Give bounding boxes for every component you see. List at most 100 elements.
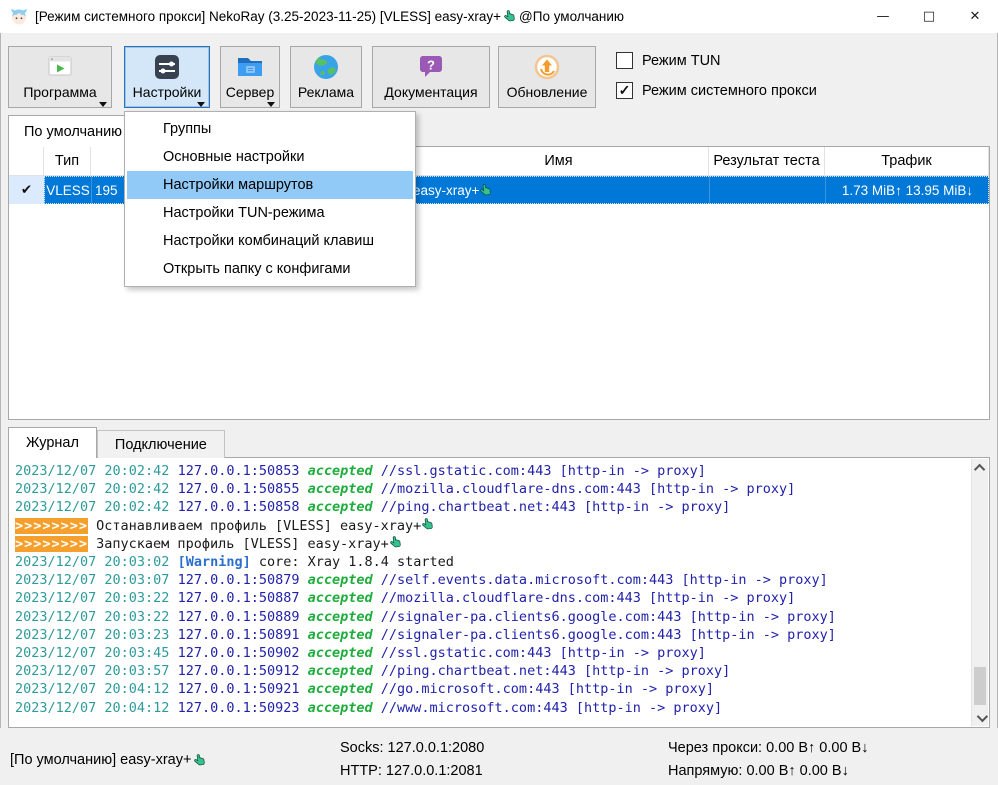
log-status: accepted: [308, 609, 381, 625]
log-timestamp: 2023/12/07 20:04:12: [15, 681, 178, 697]
settings-label: Настройки: [133, 84, 202, 100]
tab-log[interactable]: Журнал: [8, 427, 97, 458]
log-line: 2023/12/07 20:04:12 127.0.0.1:50923 acce…: [15, 699, 987, 717]
log-pane[interactable]: 2023/12/07 20:02:42 127.0.0.1:50853 acce…: [8, 457, 990, 728]
server-button[interactable]: Сервер: [220, 46, 280, 108]
menu-item-groups[interactable]: Группы: [127, 115, 413, 143]
hand-cursor-icon: [192, 752, 208, 769]
log-lines: 2023/12/07 20:02:42 127.0.0.1:50853 acce…: [9, 458, 989, 717]
log-source-ip: 127.0.0.1:50889: [178, 609, 308, 625]
log-destination: //signaler-pa.clients6.google.com:443 [h…: [381, 609, 836, 625]
active-profile-status: [По умолчанию] easy-xray+: [10, 752, 207, 768]
log-message: Запускаем профиль [VLESS] easy-xray+: [88, 536, 389, 552]
program-button[interactable]: Программа: [8, 46, 112, 108]
log-line: 2023/12/07 20:02:42 127.0.0.1:50853 acce…: [15, 462, 987, 480]
log-timestamp: 2023/12/07 20:02:42: [15, 481, 178, 497]
ads-label: Реклама: [298, 84, 354, 100]
status-bar: [По умолчанию] easy-xray+ Socks: 127.0.0…: [0, 728, 998, 785]
system-proxy-label: Режим системного прокси: [642, 83, 817, 99]
log-status: accepted: [308, 627, 381, 643]
col-header-check[interactable]: [9, 147, 44, 176]
log-status: accepted: [308, 499, 381, 515]
menu-item-tun-settings[interactable]: Настройки TUN-режима: [127, 199, 413, 227]
update-button[interactable]: Обновление: [498, 46, 596, 108]
log-timestamp: 2023/12/07 20:03:22: [15, 609, 178, 625]
hand-cursor-icon: [502, 8, 518, 25]
http-address: HTTP: 127.0.0.1:2081: [340, 763, 483, 779]
hand-cursor-icon: [388, 534, 404, 551]
update-label: Обновление: [507, 84, 588, 100]
scrollbar-thumb[interactable]: [974, 667, 986, 705]
col-header-traffic[interactable]: Трафик: [825, 147, 989, 176]
maximize-button[interactable]: □: [906, 0, 952, 33]
program-label: Программа: [23, 84, 96, 100]
log-source-ip: 127.0.0.1:50855: [178, 481, 308, 497]
log-timestamp: 2023/12/07 20:03:45: [15, 645, 178, 661]
row-name-cell: easy-xray+: [409, 176, 709, 204]
log-line: >>>>>>>> Запускаем профиль [VLESS] easy-…: [15, 535, 987, 553]
log-destination: //mozilla.cloudflare-dns.com:443 [http-i…: [381, 590, 796, 606]
col-header-name[interactable]: Имя: [409, 147, 709, 176]
log-line: 2023/12/07 20:03:45 127.0.0.1:50902 acce…: [15, 644, 987, 662]
menu-item-routing-settings[interactable]: Настройки маршрутов: [127, 171, 413, 199]
title-bar: [Режим системного прокси] NekoRay (3.25-…: [0, 0, 998, 33]
log-destination: //mozilla.cloudflare-dns.com:443 [http-i…: [381, 481, 796, 497]
documentation-label: Документация: [384, 84, 477, 100]
log-destination: //ssl.gstatic.com:443 [http-in -> proxy]: [381, 463, 706, 479]
log-status: accepted: [308, 572, 381, 588]
scroll-down-icon[interactable]: [972, 709, 989, 726]
system-proxy-row[interactable]: Режим системного прокси: [616, 82, 817, 99]
tun-mode-row[interactable]: Режим TUN: [616, 52, 817, 69]
nekoray-app-icon: [9, 7, 29, 27]
log-status: accepted: [308, 645, 381, 661]
system-proxy-checkbox[interactable]: [616, 82, 633, 99]
log-timestamp: 2023/12/07 20:03:57: [15, 663, 178, 679]
log-source-ip: 127.0.0.1:50891: [178, 627, 308, 643]
direct-traffic: Напрямую: 0.00 B↑ 0.00 B↓: [668, 763, 849, 779]
group-tab-default[interactable]: По умолчанию: [8, 115, 138, 147]
log-timestamp: 2023/12/07 20:03:02: [15, 554, 178, 570]
log-source-ip: 127.0.0.1:50912: [178, 663, 308, 679]
log-line: 2023/12/07 20:03:22 127.0.0.1:50889 acce…: [15, 608, 987, 626]
log-status: accepted: [308, 700, 381, 716]
tun-mode-checkbox[interactable]: [616, 52, 633, 69]
log-status: accepted: [308, 481, 381, 497]
col-header-type[interactable]: Тип: [44, 147, 91, 176]
menu-item-open-config-folder[interactable]: Открыть папку с конфигами: [127, 255, 413, 283]
row-type-cell: VLESS: [44, 176, 91, 204]
chevron-down-icon: [267, 102, 275, 107]
menu-item-hotkey-settings[interactable]: Настройки комбинаций клавиш: [127, 227, 413, 255]
nekoray-window: { "window": { "title_prefix": "[Режим си…: [0, 0, 998, 785]
settings-button[interactable]: Настройки: [124, 46, 210, 108]
row-test-cell: [709, 176, 825, 204]
log-destination: //self.events.data.microsoft.com:443 [ht…: [381, 572, 828, 588]
log-destination: //go.microsoft.com:443 [http-in -> proxy…: [381, 681, 714, 697]
col-header-test[interactable]: Результат теста: [709, 147, 825, 176]
documentation-button[interactable]: ? Документация: [372, 46, 490, 108]
svg-text:?: ?: [427, 58, 435, 73]
log-destination: //signaler-pa.clients6.google.com:443 [h…: [381, 627, 836, 643]
log-timestamp: 2023/12/07 20:03:22: [15, 590, 178, 606]
socks-address: Socks: 127.0.0.1:2080: [340, 740, 484, 756]
group-tab-label: По умолчанию: [24, 124, 122, 140]
log-status: accepted: [308, 681, 381, 697]
log-line: 2023/12/07 20:04:12 127.0.0.1:50921 acce…: [15, 680, 987, 698]
ads-button[interactable]: Реклама: [290, 46, 362, 108]
menu-item-basic-settings[interactable]: Основные настройки: [127, 143, 413, 171]
hand-cursor-icon: [420, 516, 436, 533]
minimize-button[interactable]: —: [860, 0, 906, 33]
log-destination: //ping.chartbeat.net:443 [http-in -> pro…: [381, 499, 731, 515]
log-timestamp: 2023/12/07 20:02:42: [15, 463, 178, 479]
log-warning-tag: [Warning]: [178, 554, 251, 570]
log-status: accepted: [308, 663, 381, 679]
globe-icon: [310, 51, 342, 83]
chevron-down-icon: [99, 102, 107, 107]
log-scrollbar[interactable]: [971, 459, 988, 726]
close-button[interactable]: ✕: [952, 0, 998, 33]
server-label: Сервер: [226, 84, 275, 100]
hand-cursor-icon: [478, 182, 494, 199]
tab-connections[interactable]: Подключение: [97, 430, 225, 458]
log-source-ip: 127.0.0.1:50858: [178, 499, 308, 515]
scroll-up-icon[interactable]: [972, 459, 989, 476]
log-line: 2023/12/07 20:03:22 127.0.0.1:50887 acce…: [15, 589, 987, 607]
